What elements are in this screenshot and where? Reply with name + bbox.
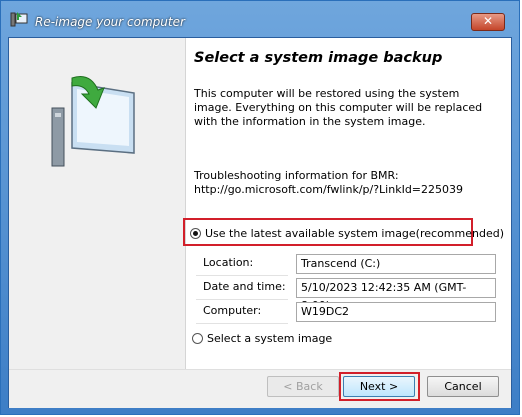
page-title: Select a system image backup [194,50,443,66]
window-title: Re-image your computer [35,15,185,29]
title-bar[interactable]: Re-image your computer ✕ [1,1,519,37]
option-latest-image[interactable]: Use the latest available system image(re… [190,227,504,240]
option-select-image-label: Select a system image [207,332,333,345]
detail-row-location: Location: Transcend (C:) [196,252,501,276]
dialog-client-area: Select a system image backup This comput… [8,37,512,408]
radio-latest-image[interactable] [190,228,201,239]
datetime-field: 5/10/2023 12:42:35 AM (GMT-8:00) [296,278,496,312]
option-select-image[interactable]: Select a system image [192,332,332,345]
troubleshooting-info: Troubleshooting information for BMR: htt… [194,169,504,197]
computer-restore-arrow-icon [42,68,142,171]
illustration-pane [9,38,186,369]
restore-computer-icon [10,11,28,27]
cancel-button[interactable]: Cancel [427,376,499,397]
radio-select-image[interactable] [192,333,203,344]
computer-field: W19DC2 [296,302,496,322]
troubleshooting-label: Troubleshooting information for BMR: [194,169,399,182]
next-button[interactable]: Next > [343,376,415,397]
close-icon: ✕ [482,14,494,28]
location-field: Transcend (C:) [296,254,496,274]
content-pane: Select a system image backup This comput… [183,38,511,369]
option-latest-image-label: Use the latest available system image(re… [205,227,504,240]
troubleshooting-url: http://go.microsoft.com/fwlink/p/?LinkId… [194,183,464,196]
datetime-label: Date and time: [196,276,288,300]
reimage-window: Re-image your computer ✕ Select a system… [0,0,520,415]
back-button[interactable]: < Back [267,376,339,397]
close-button[interactable]: ✕ [471,13,505,31]
restore-warning-text: This computer will be restored using the… [194,87,483,128]
computer-label: Computer: [196,300,288,324]
location-label: Location: [196,252,288,276]
detail-row-computer: Computer: W19DC2 [196,300,501,324]
detail-row-datetime: Date and time: 5/10/2023 12:42:35 AM (GM… [196,276,501,312]
button-bar: < Back Next > Cancel [9,369,511,408]
image-details: Location: Transcend (C:) Date and time: … [196,252,501,328]
